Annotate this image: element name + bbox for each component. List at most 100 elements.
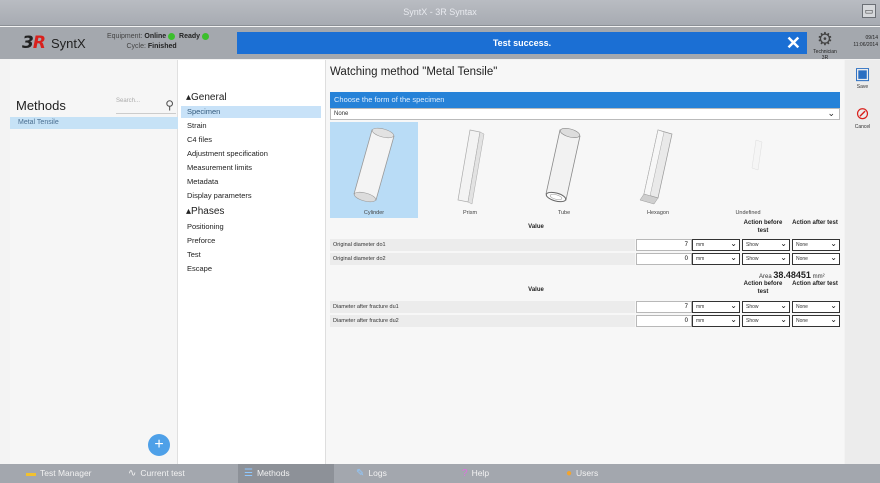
prism-icon [457, 129, 485, 205]
action-after-header-2: Action after test [792, 281, 838, 287]
nav-group-phases[interactable]: ▴Phases [186, 206, 224, 217]
gear-icon: ⚙ [816, 29, 834, 49]
shape-tube[interactable]: Tube [520, 122, 608, 218]
action-before-select[interactable]: Show ⌄ [742, 239, 790, 251]
unit-select[interactable]: mm ⌄ [692, 315, 740, 327]
action-after-select[interactable]: None ⌄ [792, 253, 840, 265]
shape-label: Tube [557, 210, 571, 216]
row-label: Diameter after fracture du2 [330, 315, 635, 327]
action-bar: ▣ Save ⊘ Cancel [845, 60, 880, 464]
nav-item-metadata[interactable]: Metadata [181, 176, 321, 188]
row-label: Diameter after fracture du1 [330, 301, 635, 313]
action-after-select[interactable]: None ⌄ [792, 315, 840, 327]
save-button[interactable]: ▣ Save [845, 64, 880, 90]
shape-cylinder[interactable]: Cylinder [330, 122, 418, 218]
nav-item-strain[interactable]: Strain [181, 120, 321, 132]
chevron-down-icon: ⌄ [830, 315, 837, 324]
tab-methods[interactable]: ☰ Methods [238, 464, 334, 483]
value-input[interactable]: 0 [636, 253, 692, 265]
nav-item-display-parameters[interactable]: Display parameters [181, 190, 321, 202]
search-placeholder: Search... [116, 98, 141, 104]
value-input[interactable]: 0 [636, 315, 692, 327]
row-label: Original diameter do2 [330, 253, 635, 265]
list-icon: ☰ [244, 468, 253, 479]
table-row: Original diameter do1 7 mm ⌄ Show ⌄ None ⌄ [330, 239, 840, 251]
action-before-select[interactable]: Show ⌄ [742, 301, 790, 313]
chevron-down-icon: ⌄ [730, 315, 737, 324]
unit-select[interactable]: mm ⌄ [692, 253, 740, 265]
action-after-select[interactable]: None ⌄ [792, 239, 840, 251]
save-label: Save [856, 84, 869, 90]
specimen-select-value: None [334, 111, 349, 117]
nav-item-adjustment-specification[interactable]: Adjustment specification [181, 148, 321, 160]
chevron-down-icon: ⌄ [780, 239, 787, 248]
save-icon: ▣ [854, 64, 871, 83]
shape-label: Cylinder [363, 210, 385, 216]
bottom-tabbar: ▬ Test Manager ∿ Current test ☰ Methods ✎ Lo… [0, 464, 880, 483]
nav-item-positioning[interactable]: Positioning [181, 221, 321, 233]
specimen-select[interactable]: None ⌄ [330, 108, 840, 120]
ready-label: Ready [179, 33, 201, 40]
window-title: SyntX - 3R Syntax [403, 7, 477, 17]
area-value: 38.48451 [773, 270, 811, 280]
unit-select[interactable]: mm ⌄ [692, 239, 740, 251]
chevron-down-icon: ⌄ [730, 301, 737, 310]
method-item-metal-tensile[interactable]: Metal Tensile [10, 117, 178, 129]
section-header: Choose the form of the specimen [330, 92, 840, 108]
tab-test-manager[interactable]: ▬ Test Manager [22, 464, 118, 483]
nav-item-preforce[interactable]: Preforce [181, 235, 321, 247]
ready-status-icon [202, 32, 210, 40]
help-icon: ? [462, 468, 468, 479]
tab-help[interactable]: ? Help [462, 464, 532, 483]
table-row: Original diameter do2 0 mm ⌄ Show ⌄ None ⌄ [330, 253, 840, 265]
shape-hexagon[interactable]: Hexagon [614, 122, 702, 218]
action-before-select[interactable]: Show ⌄ [742, 253, 790, 265]
chevron-down-icon: ⌄ [780, 253, 787, 262]
value-input[interactable]: 7 [636, 301, 692, 313]
search-input[interactable]: Search... ⚲ [116, 98, 176, 114]
shape-label: Hexagon [646, 210, 670, 216]
value-input[interactable]: 7 [636, 239, 692, 251]
tab-users[interactable]: ● Users [566, 464, 636, 483]
chevron-down-icon: ⌄ [830, 239, 837, 248]
shape-prism[interactable]: Prism [426, 122, 514, 218]
nav-item-specimen[interactable]: Specimen [181, 106, 321, 118]
chevron-down-icon: ⌄ [730, 253, 737, 262]
notification-banner: Test success. ✕ [237, 32, 807, 54]
cancel-label: Cancel [854, 124, 871, 130]
tab-logs[interactable]: ✎ Logs [356, 464, 436, 483]
action-before-header: Action before test [743, 220, 783, 234]
search-icon[interactable]: ⚲ [165, 98, 174, 112]
nav-item-test[interactable]: Test [181, 249, 321, 261]
tab-current-test[interactable]: ∿ Current test [128, 464, 228, 483]
cancel-icon: ⊘ [855, 104, 870, 123]
app-window: SyntX - 3R Syntax ▭ 3R SyntX Equipment: … [0, 0, 880, 483]
cycle-label: Cycle: [126, 43, 146, 50]
cancel-button[interactable]: ⊘ Cancel [845, 104, 880, 130]
shape-label: Prism [462, 210, 478, 216]
nav-item-c4-files[interactable]: C4 files [181, 134, 321, 146]
unit-select[interactable]: mm ⌄ [692, 301, 740, 313]
users-icon: ● [566, 468, 573, 479]
action-after-header: Action after test [792, 220, 838, 226]
nav-item-escape[interactable]: Escape [181, 263, 321, 275]
shape-undefined[interactable]: Undefined [704, 122, 792, 218]
action-before-select[interactable]: Show ⌄ [742, 315, 790, 327]
maximize-icon[interactable]: ▭ [862, 4, 876, 18]
brand-name: SyntX [50, 35, 86, 51]
folder-icon: ▬ [26, 468, 36, 479]
close-icon[interactable]: ✕ [786, 32, 801, 54]
methods-panel: Methods Search... ⚲ Metal Tensile + [10, 60, 178, 464]
value-header-2: Value [528, 287, 544, 293]
action-before-header-2: Action before test [743, 281, 783, 295]
technician-button[interactable]: ⚙ Technician 3R [810, 29, 840, 61]
add-method-button[interactable]: + [148, 434, 170, 456]
chevron-down-icon: ⌄ [830, 253, 837, 262]
method-nav: ▴General Specimen Strain C4 files Adjust… [178, 60, 326, 464]
nav-group-general[interactable]: ▴General [186, 92, 227, 103]
action-after-select[interactable]: None ⌄ [792, 301, 840, 313]
nav-item-measurement-limits[interactable]: Measurement limits [181, 162, 321, 174]
chart-icon: ∿ [128, 468, 137, 479]
chevron-down-icon: ⌄ [730, 239, 737, 248]
shape-gallery: Cylinder Prism Tube Hexagon Undefined [330, 122, 840, 218]
